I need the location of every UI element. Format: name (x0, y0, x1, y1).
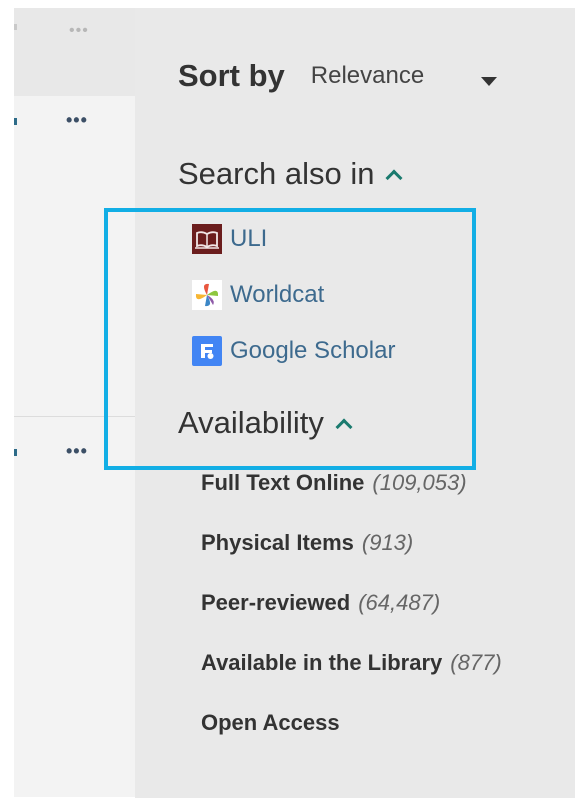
search-also-in-header[interactable]: Search also in (178, 156, 403, 192)
count-value: 913 (369, 530, 406, 555)
caret-down-icon[interactable] (481, 77, 497, 86)
availability-item-count: (877) (450, 650, 502, 675)
availability-item-count: (109,053) (372, 470, 467, 495)
availability-item-label: Full Text Online (201, 470, 365, 495)
availability-item-peer-reviewed[interactable]: Peer-reviewed (64,487) (201, 590, 440, 616)
results-toolbar: ••• (14, 8, 135, 96)
more-horizontal-icon[interactable]: ••• (66, 110, 88, 131)
availability-item-open-access[interactable]: Open Access (201, 710, 340, 736)
card-edge-mark (14, 118, 17, 125)
availability-item-count: (913) (361, 530, 414, 555)
sort-select-value[interactable]: Relevance (311, 62, 424, 90)
toolbar-edge-mark (14, 24, 17, 30)
chevron-up-icon[interactable] (335, 418, 353, 436)
availability-item-full-text-online[interactable]: Full Text Online (109,053) (201, 470, 467, 496)
sort-control[interactable]: Sort by Relevance (178, 58, 424, 94)
more-horizontal-icon[interactable]: ••• (66, 441, 88, 462)
availability-item-label: Peer-reviewed (201, 590, 351, 615)
availability-item-label: Physical Items (201, 530, 354, 555)
search-link-uli[interactable]: ULI (192, 224, 267, 254)
count-value: 877 (457, 650, 495, 675)
google-scholar-logo-icon (192, 336, 222, 366)
worldcat-logo-icon (192, 280, 222, 310)
facets-panel (135, 8, 575, 798)
search-also-in-title: Search also in (178, 156, 375, 191)
availability-header[interactable]: Availability (178, 405, 353, 441)
chevron-up-icon[interactable] (385, 169, 403, 187)
book-logo-icon (192, 224, 222, 254)
availability-item-physical-items[interactable]: Physical Items (913) (201, 530, 413, 556)
card-edge-mark (14, 449, 17, 456)
search-link-label: Google Scholar (230, 337, 396, 364)
availability-title: Availability (178, 405, 324, 440)
search-link-label: ULI (230, 225, 268, 252)
count-value: 109,053 (379, 470, 460, 495)
more-horizontal-icon[interactable]: ••• (69, 22, 89, 40)
page: ••• ••• ••• Sort by Relevance Search als… (0, 0, 575, 798)
search-link-google-scholar[interactable]: Google Scholar (192, 336, 395, 366)
result-card[interactable]: ••• (14, 416, 135, 797)
search-link-worldcat[interactable]: Worldcat (192, 280, 324, 310)
availability-item-available-in-library[interactable]: Available in the Library (877) (201, 650, 502, 676)
availability-item-label: Available in the Library (201, 650, 443, 675)
availability-item-count: (64,487) (358, 590, 441, 615)
search-link-label: Worldcat (230, 281, 325, 308)
sort-label: Sort by (178, 58, 285, 93)
results-column: ••• ••• ••• (14, 8, 135, 797)
result-card[interactable]: ••• (14, 96, 135, 414)
availability-item-label: Open Access (201, 710, 340, 735)
count-value: 64,487 (365, 590, 433, 615)
